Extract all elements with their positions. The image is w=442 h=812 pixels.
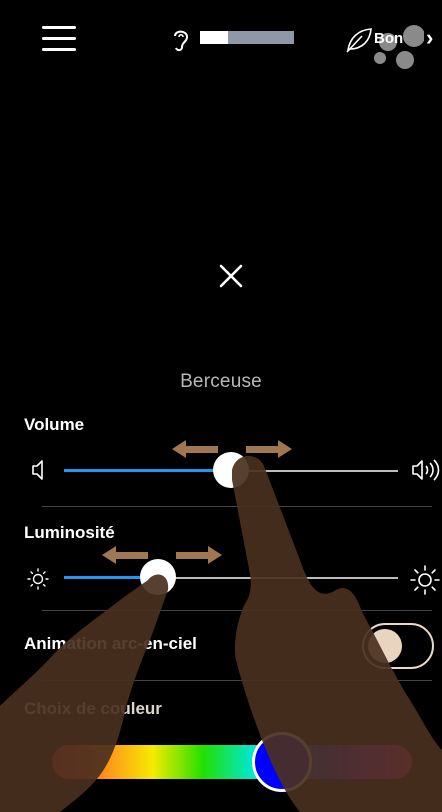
divider — [42, 610, 432, 611]
swipe-left-arrow-icon — [102, 440, 218, 564]
track-name: Berceuse — [180, 371, 262, 392]
volume-label: Volume — [24, 415, 85, 434]
speaker-low-icon[interactable] — [30, 459, 48, 481]
brightness-slider[interactable] — [64, 559, 398, 595]
brightness-slider-knob[interactable] — [139, 559, 176, 595]
close-icon[interactable] — [217, 262, 245, 290]
color-choice-label: Choix de couleur — [24, 699, 162, 718]
volume-slider[interactable] — [64, 452, 398, 488]
volume-slider-knob[interactable] — [213, 452, 249, 488]
volume-slider-fill — [64, 469, 231, 472]
brightness-label: Luminosité — [24, 523, 115, 542]
sun-low-icon[interactable] — [27, 568, 49, 590]
speaker-high-icon[interactable] — [410, 457, 442, 483]
toggle-thumb — [368, 629, 402, 663]
gesture-tutorial-overlay — [0, 440, 442, 812]
divider — [42, 680, 432, 681]
menu-line — [42, 37, 76, 40]
chevron-right-icon[interactable]: › — [426, 25, 433, 51]
noise-level-bar — [200, 31, 294, 44]
hamburger-menu-icon[interactable] — [42, 26, 76, 52]
menu-line — [42, 26, 76, 29]
color-picker-strip[interactable] — [52, 745, 412, 779]
air-quality-label: Bon — [374, 30, 404, 47]
noise-level-fill — [200, 31, 229, 44]
rainbow-animation-toggle[interactable] — [362, 623, 434, 669]
ear-icon — [174, 30, 189, 52]
sun-high-icon[interactable] — [410, 565, 440, 595]
divider — [42, 506, 432, 507]
rainbow-animation-label: Animation arc-en-ciel — [24, 634, 197, 653]
menu-line — [42, 48, 76, 51]
color-picker-knob[interactable] — [252, 732, 312, 792]
air-particles-icon — [374, 25, 424, 69]
